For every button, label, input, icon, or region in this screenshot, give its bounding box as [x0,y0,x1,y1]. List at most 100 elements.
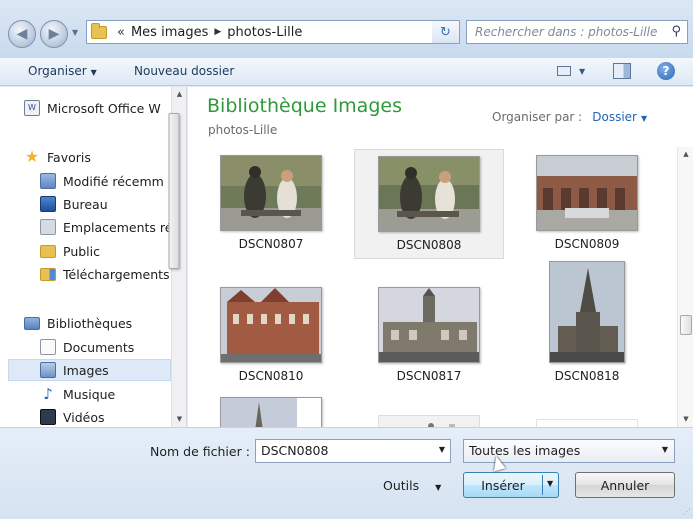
tools-label: Outils [383,478,420,493]
help-icon: ? [662,64,670,78]
back-button[interactable]: ◀ [8,20,36,48]
downloads-icon [40,267,56,281]
chevron-down-icon[interactable]: ▼ [439,445,445,454]
search-icon[interactable]: ⚲ [671,24,681,39]
photo-thumbnail [536,155,638,231]
new-folder-button[interactable]: Nouveau dossier [134,64,234,78]
address-bar-area: ◀ ▶ ▼ « Mes images ▶ photos-Lille ▼ ↻ Re… [0,0,693,58]
file-name: DSCN0810 [238,369,304,383]
filename-input[interactable]: DSCN0808 ▼ [255,439,451,463]
file-tile[interactable]: DSCN0818 [512,261,662,391]
organize-menu-button[interactable]: Organiser ▼ [28,64,97,78]
file-list-pane: Bibliothèque Images photos-Lille Organis… [188,87,693,427]
address-input[interactable]: « Mes images ▶ photos-Lille ▼ [86,20,460,44]
filename-value: DSCN0808 [261,443,329,458]
star-icon: ★ [24,147,40,166]
search-placeholder: Rechercher dans : photos-Lille [475,25,658,39]
nav-item-label: Images [63,362,109,378]
nav-scrollbar[interactable]: ▲ ▼ [168,87,187,427]
nav-item-videos[interactable]: Vidéos [40,406,170,428]
scroll-up-icon[interactable]: ▲ [678,147,693,162]
file-tile[interactable] [512,413,662,427]
scroll-down-icon[interactable]: ▼ [172,412,187,427]
arrange-by-dropdown[interactable]: Dossier [592,110,637,124]
breadcrumb-separator-icon[interactable]: ▶ [214,27,221,37]
nav-item-label: Vidéos [63,409,105,425]
music-icon: ♪ [43,385,53,403]
chevron-down-icon: ▼ [661,445,668,454]
insert-label: Insérer [481,477,525,493]
arrange-by-label: Organiser par : [492,110,583,124]
preview-pane-button[interactable] [613,63,631,79]
content-scroll-thumb[interactable] [680,315,692,335]
forward-button[interactable]: ▶ [40,20,68,48]
tools-menu-button[interactable]: Outils ▼ [383,478,441,493]
nav-item-music[interactable]: ♪ Musique [40,383,170,405]
dialog-footer: Nom de fichier : DSCN0808 ▼ Toutes les i… [0,427,693,519]
refresh-button[interactable]: ↻ [432,20,460,44]
folder-icon [40,244,56,258]
photo-thumbnail [220,155,322,231]
breadcrumb-overflow-chevron[interactable]: « [117,25,125,40]
nav-item-documents[interactable]: Documents [40,336,170,358]
filetype-value: Toutes les images [469,443,581,458]
folder-icon [91,22,107,39]
breadcrumb-mes-images[interactable]: Mes images [131,25,208,40]
back-arrow-icon: ◀ [16,26,28,42]
nav-item-images[interactable]: Images [8,359,171,381]
libraries-icon [24,316,40,330]
resize-grip-icon[interactable]: ⋰ [683,507,691,516]
photo-thumbnail [378,287,480,363]
view-icon [557,66,571,76]
search-input[interactable]: Rechercher dans : photos-Lille ⚲ [466,20,688,44]
file-name: DSCN0818 [554,369,620,383]
command-toolbar: Organiser ▼ Nouveau dossier ▼ ? [0,58,693,86]
forward-arrow-icon: ▶ [48,26,60,42]
nav-item-public[interactable]: Public [40,240,170,262]
file-tile[interactable]: DSCN0807 [196,149,346,259]
scroll-up-icon[interactable]: ▲ [172,87,187,102]
nav-item-libraries[interactable]: Bibliothèques [24,312,194,334]
chevron-down-icon: ▼ [435,483,442,492]
file-tile[interactable]: DSCN0817 [354,281,504,391]
nav-item-label: Documents [63,339,135,355]
nav-item-label: Téléchargements [63,266,170,282]
photo-thumbnail [549,261,625,363]
videos-icon [40,409,56,425]
nav-item-recent-places[interactable]: Emplacements ré [40,216,170,238]
desktop-icon [40,196,56,212]
refresh-icon: ↻ [440,24,451,40]
thumbnail-grid: DSCN0807 DSCN0808 DSCN0809 DSCN0810 DSCN… [188,147,676,427]
cancel-label: Annuler [600,477,650,493]
help-button[interactable]: ? [657,62,675,80]
chevron-down-icon: ▼ [90,68,97,77]
nav-item-recently-modified[interactable]: Modifié récemm [40,170,170,192]
insert-options-dropdown-icon[interactable]: ▼ [547,479,553,488]
nav-item-desktop[interactable]: Bureau [40,193,170,215]
office-icon: W [24,100,40,116]
navigation-pane: W Microsoft Office W ★ Favoris Modifié r… [0,87,187,427]
nav-item-label: Favoris [47,149,91,165]
recent-pages-dropdown-icon[interactable]: ▼ [72,28,78,37]
chevron-down-icon[interactable]: ▼ [579,67,585,76]
scroll-down-icon[interactable]: ▼ [678,412,693,427]
photo-thumbnail [220,287,322,363]
nav-item-label: Bibliothèques [47,315,133,331]
places-icon [40,219,56,235]
chevron-down-icon[interactable]: ▼ [641,114,647,123]
file-dialog-window: ◀ ▶ ▼ « Mes images ▶ photos-Lille ▼ ↻ Re… [0,0,693,519]
change-view-button[interactable]: ▼ [557,64,589,80]
file-tile[interactable] [196,391,346,427]
documents-icon [40,339,56,355]
file-tile[interactable]: DSCN0809 [512,149,662,259]
nav-item-downloads[interactable]: Téléchargements [40,263,170,285]
file-tile-selected[interactable]: DSCN0808 [354,149,504,259]
cancel-button[interactable]: Annuler [575,472,675,498]
breadcrumb-photos-lille[interactable]: photos-Lille [227,25,302,40]
library-title: Bibliothèque Images [207,95,402,117]
insert-button[interactable]: Insérer ▼ [463,472,559,498]
file-tile[interactable]: DSCN0810 [196,281,346,391]
file-tile[interactable] [354,409,504,427]
nav-scroll-thumb[interactable] [168,113,180,269]
content-scrollbar[interactable]: ▲ ▼ [677,147,693,427]
